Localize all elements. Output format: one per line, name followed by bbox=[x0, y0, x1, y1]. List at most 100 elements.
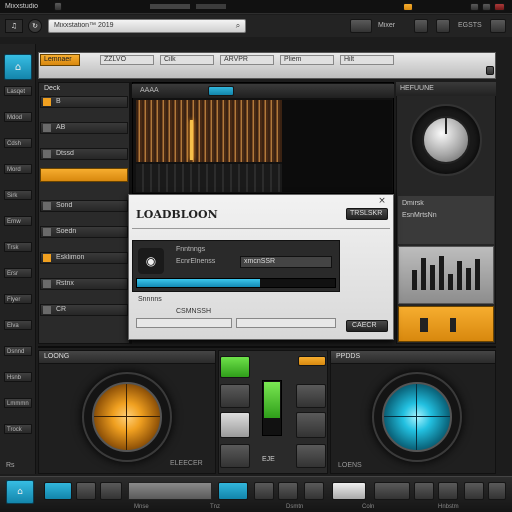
toolbar-item-label: Cilk bbox=[164, 56, 176, 63]
refresh-icon[interactable]: ↻ bbox=[28, 19, 42, 33]
mixer-label: Mixer bbox=[378, 22, 396, 29]
bottom-btn-a[interactable] bbox=[76, 482, 96, 500]
sidebar-item-label: Trsk bbox=[7, 245, 19, 251]
sidebar-item-label: Ernw bbox=[7, 219, 21, 225]
playhead[interactable] bbox=[190, 120, 193, 160]
center-green-button[interactable] bbox=[220, 356, 250, 378]
list-item-icon bbox=[43, 124, 51, 132]
center-btn-6[interactable] bbox=[296, 444, 326, 468]
dialog-field-b[interactable] bbox=[236, 318, 336, 328]
settings-button[interactable] bbox=[414, 19, 428, 33]
list-item-icon bbox=[43, 254, 51, 262]
bottom-bar-label: Tnz bbox=[210, 504, 221, 510]
center-btn-4[interactable] bbox=[296, 412, 326, 438]
bottom-btn-c[interactable] bbox=[254, 482, 274, 500]
list-item-icon bbox=[43, 202, 51, 210]
list-item-icon bbox=[43, 98, 51, 106]
center-btn-1[interactable] bbox=[220, 384, 250, 408]
waveform-cue-button[interactable] bbox=[208, 86, 234, 96]
left-list-header: Deck bbox=[44, 85, 60, 92]
minimize-button[interactable] bbox=[470, 3, 479, 11]
right-jog-wheel[interactable] bbox=[382, 382, 452, 452]
search-icon[interactable]: ⌕ bbox=[232, 20, 244, 32]
dialog-ok-label: TRSLSKR bbox=[350, 210, 383, 217]
bottom-btn-f[interactable] bbox=[332, 482, 366, 500]
center-badge: EJE bbox=[262, 456, 275, 463]
list-item-label: Sond bbox=[56, 202, 73, 209]
back-button[interactable] bbox=[54, 2, 62, 11]
music-icon[interactable]: ♫ bbox=[5, 19, 23, 33]
record-button[interactable] bbox=[403, 3, 413, 11]
left-jog-wheel[interactable] bbox=[92, 382, 162, 452]
left-deck-title: LOONG bbox=[44, 353, 70, 360]
center-orange-tag[interactable] bbox=[298, 356, 326, 366]
list-item-label: AB bbox=[56, 124, 66, 131]
cyan-home-icon[interactable]: ⌂ bbox=[4, 54, 32, 80]
waveform-header bbox=[132, 84, 394, 98]
bottom-home-icon[interactable]: ⌂ bbox=[6, 480, 34, 504]
orange-highlight-row[interactable] bbox=[40, 168, 128, 182]
dialog-close-icon[interactable]: × bbox=[376, 196, 388, 206]
sidebar-item-label: Hsnb bbox=[7, 375, 22, 381]
sidebar-item-label: Cdsh bbox=[7, 141, 22, 147]
level-bar bbox=[457, 261, 462, 290]
bottom-btn-j[interactable] bbox=[464, 482, 484, 500]
orange-pad[interactable] bbox=[398, 306, 494, 342]
sidebar-bottom-label: Rs bbox=[6, 462, 15, 469]
play-mini-button[interactable] bbox=[436, 19, 450, 33]
bottom-grey-field[interactable] bbox=[128, 482, 212, 500]
toolbar-item-label: ZZLVO bbox=[104, 56, 127, 63]
bottom-btn-k[interactable] bbox=[488, 482, 506, 500]
sidebar-item-label: Trock bbox=[7, 427, 22, 433]
toolbar-item-label: ARVPR bbox=[224, 56, 248, 63]
search-input[interactable]: Mixxstation™ 2019 bbox=[54, 22, 174, 30]
list-item-label: Esklimon bbox=[56, 254, 85, 261]
list-item-label: CR bbox=[56, 306, 67, 313]
waveform-label: AAAA bbox=[140, 87, 159, 94]
list-item-label: Rstnx bbox=[56, 280, 74, 287]
menu-strip bbox=[150, 4, 190, 9]
list-item-icon bbox=[43, 306, 51, 314]
close-button[interactable] bbox=[494, 3, 505, 11]
orange-pad-mark-2 bbox=[450, 318, 456, 332]
waveform-display[interactable] bbox=[136, 100, 282, 162]
left-jog-cross-v bbox=[126, 384, 127, 450]
dialog-row-1: Fnntnngs bbox=[176, 246, 206, 253]
dialog-cancel-label: CAECR bbox=[352, 322, 377, 329]
dialog-field-a[interactable] bbox=[136, 318, 232, 328]
sidebar-item-label: Mord bbox=[7, 167, 21, 173]
sidebar-item-label: Sirk bbox=[7, 193, 18, 199]
knob-pointer bbox=[445, 118, 447, 134]
app-title: Mixxstudio bbox=[5, 3, 39, 10]
center-btn-2[interactable] bbox=[296, 384, 326, 408]
maximize-button[interactable] bbox=[482, 3, 491, 11]
dialog-input-value[interactable]: xmcnSSR bbox=[244, 258, 330, 266]
bottom-cyan-button-1[interactable] bbox=[44, 482, 72, 500]
bottom-btn-h[interactable] bbox=[414, 482, 434, 500]
sidebar-item-label: Ersr bbox=[7, 271, 18, 277]
right-panel-title: HEFUUNE bbox=[400, 85, 434, 92]
level-bar bbox=[421, 258, 426, 290]
bottom-bar-label: Mnse bbox=[134, 504, 149, 510]
power-button[interactable] bbox=[490, 19, 506, 33]
toolbar-arrow-button[interactable] bbox=[486, 66, 494, 75]
monitor-button[interactable] bbox=[350, 19, 372, 33]
center-btn-3[interactable] bbox=[220, 412, 250, 438]
waveform-overview bbox=[136, 164, 282, 192]
center-btn-5[interactable] bbox=[220, 444, 250, 468]
right-jog-cross-v bbox=[416, 384, 417, 450]
tab-label: Lemnaer bbox=[44, 56, 72, 63]
bottom-cyan-button-2[interactable] bbox=[218, 482, 248, 500]
right-jog-cross-h bbox=[384, 416, 450, 417]
left-deck-footer: ELEECER bbox=[170, 460, 203, 467]
bottom-btn-i[interactable] bbox=[438, 482, 458, 500]
bottom-btn-b[interactable] bbox=[100, 482, 122, 500]
bottom-btn-e[interactable] bbox=[304, 482, 324, 500]
dialog-title: LOADBLOON bbox=[136, 208, 218, 221]
center-fader[interactable] bbox=[264, 382, 280, 418]
bottom-btn-g[interactable] bbox=[374, 482, 410, 500]
level-bar bbox=[430, 265, 435, 290]
dialog-row-2: EcnrElnenss bbox=[176, 258, 216, 265]
bottom-btn-d[interactable] bbox=[278, 482, 298, 500]
level-bar bbox=[475, 259, 480, 290]
